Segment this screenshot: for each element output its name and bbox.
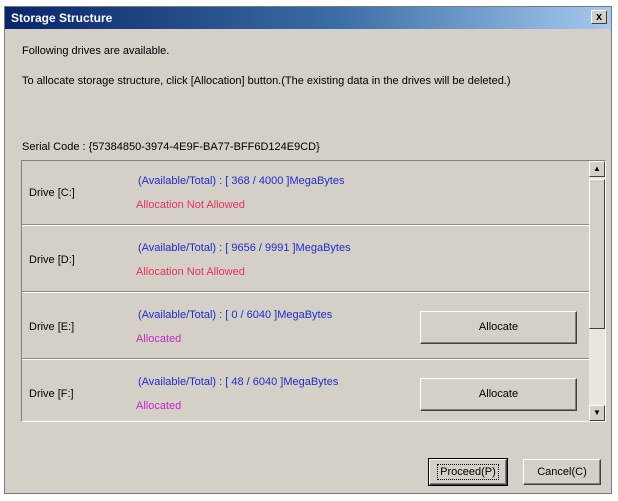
drive-label: Drive [D:] [29,254,75,266]
drive-status: Allocated [136,400,182,412]
scroll-down-button[interactable]: ▼ [589,405,605,421]
dialog-title: Storage Structure [11,11,113,25]
drive-status: Allocation Not Allowed [136,199,245,211]
close-icon: x [595,11,603,23]
proceed-button[interactable]: Proceed(P) [428,458,508,486]
drive-capacity: (Available/Total) : [ 368 / 4000 ]MegaBy… [138,175,345,187]
drive-label: Drive [E:] [29,321,75,333]
intro-instruction-text: To allocate storage structure, click [Al… [22,75,511,87]
drive-label: Drive [C:] [29,187,75,199]
drive-row-d: Drive [D:] (Available/Total) : [ 9656 / … [22,228,589,292]
arrow-up-icon: ▲ [593,164,601,173]
storage-structure-dialog: Storage Structure x Following drives are… [4,6,612,494]
drive-list[interactable]: Drive [C:] (Available/Total) : [ 368 / 4… [21,160,606,422]
vertical-scrollbar[interactable]: ▲ ▼ [589,161,605,421]
proceed-button-label: Proceed(P) [437,464,499,480]
drive-label: Drive [F:] [29,388,74,400]
drive-row-c: Drive [C:] (Available/Total) : [ 368 / 4… [22,161,589,225]
drive-status: Allocated [136,333,182,345]
intro-available-text: Following drives are available. [22,45,170,57]
serial-code-text: Serial Code : {57384850-3974-4E9F-BA77-B… [22,141,320,153]
title-bar[interactable]: Storage Structure x [5,7,611,29]
allocate-button-f[interactable]: Allocate [420,378,577,411]
drive-capacity: (Available/Total) : [ 9656 / 9991 ]MegaB… [138,242,351,254]
close-button[interactable]: x [591,10,607,24]
drive-row-f: Drive [F:] (Available/Total) : [ 48 / 60… [22,362,589,421]
scroll-up-button[interactable]: ▲ [589,161,605,177]
drive-status: Allocation Not Allowed [136,266,245,278]
allocate-button-e[interactable]: Allocate [420,311,577,344]
drive-capacity: (Available/Total) : [ 0 / 6040 ]MegaByte… [138,309,333,321]
drive-capacity: (Available/Total) : [ 48 / 6040 ]MegaByt… [138,376,339,388]
scroll-thumb[interactable] [589,179,605,329]
drive-row-e: Drive [E:] (Available/Total) : [ 0 / 604… [22,295,589,359]
arrow-down-icon: ▼ [593,408,601,417]
cancel-button[interactable]: Cancel(C) [523,459,601,485]
